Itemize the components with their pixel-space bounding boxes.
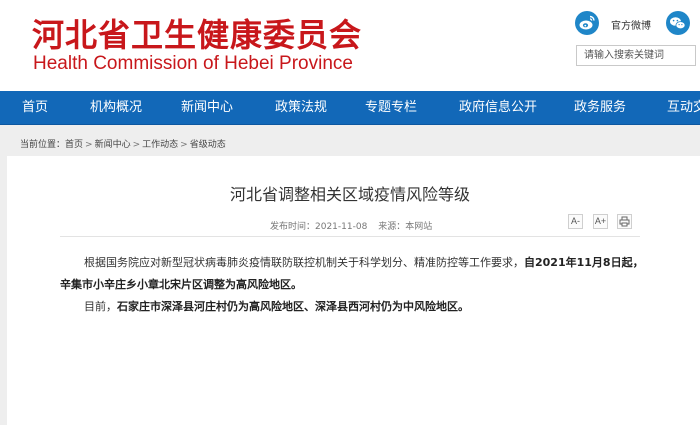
article-meta: 发布时间：2021-11-08 来源：本网站	[270, 219, 440, 232]
site-title-cn[interactable]: 河北省卫生健康委员会	[32, 10, 362, 56]
print-icon	[619, 216, 630, 227]
title-divider	[60, 236, 640, 237]
print-button[interactable]	[617, 214, 632, 229]
breadcrumb: 当前位置：首页 > 新闻中心 > 工作动态 > 省级动态	[20, 137, 226, 150]
article-source: 来源：本网站	[378, 222, 433, 232]
font-decrease-button[interactable]: A-	[568, 214, 583, 229]
paragraph-text: 根据国务院应对新型冠状病毒肺炎疫情联防联控机制关于科学划分、精准防控等工作要求，	[84, 256, 524, 269]
breadcrumb-home[interactable]: 首页	[65, 140, 83, 150]
publish-date: 发布时间：2021-11-08	[270, 222, 368, 232]
nav-item-home[interactable]: 首页	[22, 91, 48, 124]
site-header: 河北省卫生健康委员会 Health Commission of Hebei Pr…	[0, 0, 700, 90]
breadcrumb-separator: >	[180, 140, 188, 150]
paragraph-text: 目前，	[84, 300, 117, 313]
breadcrumb-prefix: 当前位置：	[20, 140, 66, 150]
paragraph-highlight: 石家庄市深泽县河庄村仍为高风险地区、深泽县西河村仍为中风险地区。	[117, 300, 469, 313]
breadcrumb-work-updates[interactable]: 工作动态	[142, 140, 178, 150]
main-nav: 首页 机构概况 新闻中心 政策法规 专题专栏 政府信息公开 政务服务 互动交	[0, 91, 700, 125]
official-weibo-label[interactable]: 官方微博	[611, 17, 651, 32]
search-input[interactable]	[576, 45, 696, 66]
article-body: 根据国务院应对新型冠状病毒肺炎疫情联防联控机制关于科学划分、精准防控等工作要求，…	[60, 252, 644, 318]
breadcrumb-separator: >	[132, 140, 141, 150]
nav-item-organization[interactable]: 机构概况	[90, 91, 142, 124]
nav-item-policies[interactable]: 政策法规	[275, 91, 327, 124]
nav-item-gov-info[interactable]: 政府信息公开	[459, 91, 537, 124]
breadcrumb-separator: >	[85, 140, 93, 150]
nav-item-news[interactable]: 新闻中心	[181, 91, 233, 124]
nav-item-topics[interactable]: 专题专栏	[365, 91, 417, 124]
site-title-en[interactable]: Health Commission of Hebei Province	[33, 53, 353, 75]
weibo-icon[interactable]	[575, 11, 599, 35]
article-title: 河北省调整相关区域疫情风险等级	[229, 185, 470, 204]
breadcrumb-news[interactable]: 新闻中心	[95, 140, 131, 150]
nav-item-interaction[interactable]: 互动交	[667, 91, 700, 124]
breadcrumb-provincial-updates[interactable]: 省级动态	[190, 140, 226, 150]
article-paragraph: 根据国务院应对新型冠状病毒肺炎疫情联防联控机制关于科学划分、精准防控等工作要求，…	[60, 252, 644, 296]
article-paragraph: 目前，石家庄市深泽县河庄村仍为高风险地区、深泽县西河村仍为中风险地区。	[60, 296, 644, 318]
wechat-icon[interactable]	[665, 11, 691, 35]
font-increase-button[interactable]: A+	[593, 214, 608, 229]
nav-item-services[interactable]: 政务服务	[574, 91, 626, 124]
